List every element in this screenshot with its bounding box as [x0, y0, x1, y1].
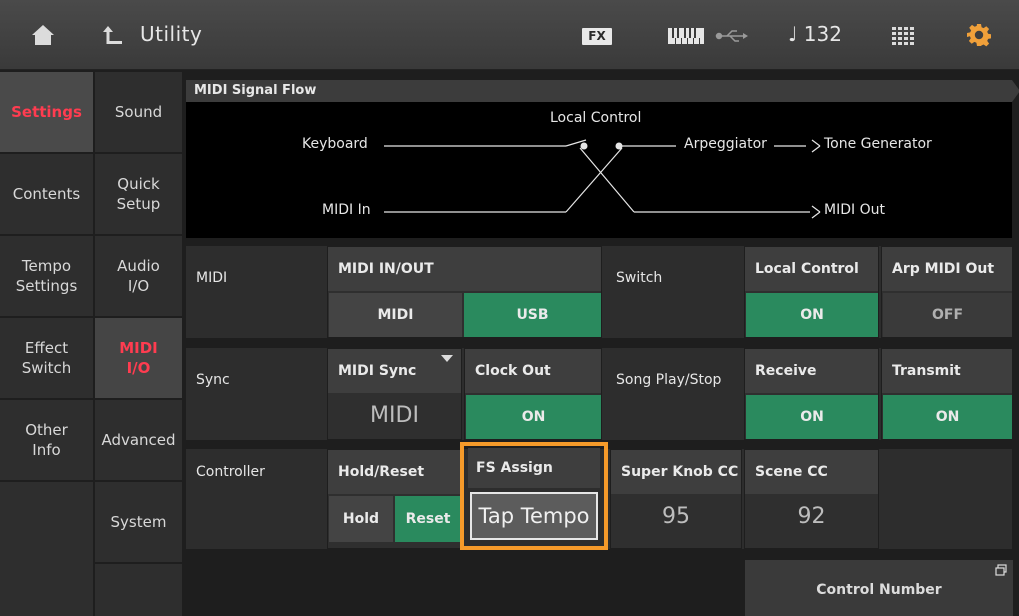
reset-button[interactable]: Reset: [395, 496, 461, 542]
signal-flow-diagram: [384, 139, 821, 219]
midi-in-out-header: MIDI IN/OUT: [328, 247, 601, 291]
scene-cc-header: Scene CC: [745, 450, 878, 494]
flow-midi-in-label: MIDI In: [322, 202, 371, 218]
secondary-nav: Sound Quick Setup Audio I/O MIDI I/O Adv…: [95, 72, 182, 616]
nav-audio-io[interactable]: Audio I/O: [95, 236, 182, 318]
usb-port-button[interactable]: USB: [464, 293, 601, 337]
local-control-toggle[interactable]: ON: [746, 293, 878, 337]
nav-other-info[interactable]: Other Info: [0, 400, 93, 482]
receive-toggle[interactable]: ON: [746, 395, 878, 439]
gear-icon[interactable]: [967, 23, 991, 47]
page-title: Utility: [140, 22, 203, 46]
nav-midi-io[interactable]: MIDI I/O: [95, 318, 182, 400]
sync-row-label: Sync: [196, 372, 230, 388]
scene-cc-cell[interactable]: Scene CC 92: [744, 449, 879, 549]
dropdown-arrow-icon: [441, 355, 453, 362]
top-bar: Utility FX ♩ 132: [0, 0, 1019, 70]
flow-keyboard-label: Keyboard: [302, 136, 368, 152]
nav-sound[interactable]: Sound: [95, 72, 182, 154]
signal-flow-title: MIDI Signal Flow: [186, 80, 1019, 102]
scene-cc-value[interactable]: 92: [745, 494, 878, 538]
nav-effect-switch[interactable]: Effect Switch: [0, 318, 93, 400]
clock-out-toggle[interactable]: ON: [466, 395, 601, 439]
midi-row-label: MIDI: [196, 270, 228, 286]
midi-signal-flow: Keyboard Local Control Arpeggiator Tone …: [186, 80, 1012, 238]
local-control-header: Local Control: [745, 247, 878, 291]
fx-badge[interactable]: FX: [582, 28, 612, 45]
fs-assign-header: FS Assign: [468, 448, 600, 488]
keyboard-icon: [668, 28, 704, 44]
receive-header: Receive: [745, 349, 878, 393]
control-number-label: Control Number: [816, 582, 942, 598]
nav-tempo-settings[interactable]: Tempo Settings: [0, 236, 93, 318]
nav-quick-setup[interactable]: Quick Setup: [95, 154, 182, 236]
song-play-stop-label: Song Play/Stop: [616, 372, 722, 388]
super-knob-cc-header: Super Knob CC: [611, 450, 741, 494]
nav-system[interactable]: System: [95, 482, 182, 564]
tempo-display[interactable]: ♩ 132: [788, 22, 842, 46]
control-number-button[interactable]: Control Number: [745, 560, 1013, 616]
fs-assign-cell[interactable]: FS Assign Tap Tempo: [460, 442, 608, 550]
popup-icon: [995, 564, 1007, 576]
grid-icon[interactable]: [892, 27, 914, 45]
midi-port-button[interactable]: MIDI: [329, 293, 462, 337]
nav-advanced[interactable]: Advanced: [95, 400, 182, 482]
clock-out-header: Clock Out: [465, 349, 601, 393]
midi-sync-value[interactable]: MIDI: [328, 393, 461, 437]
super-knob-cc-value[interactable]: 95: [611, 494, 741, 538]
arp-midi-out-toggle[interactable]: OFF: [883, 293, 1012, 337]
arp-midi-out-header: Arp MIDI Out: [882, 247, 1012, 291]
super-knob-cc-cell[interactable]: Super Knob CC 95: [610, 449, 742, 549]
fs-assign-value[interactable]: Tap Tempo: [470, 492, 598, 540]
switch-label: Switch: [616, 270, 663, 286]
back-icon[interactable]: [102, 24, 124, 46]
controller-row-label: Controller: [196, 464, 265, 480]
usb-icon: [715, 30, 748, 42]
flow-arpeggiator-label: Arpeggiator: [684, 136, 767, 152]
flow-midi-out-label: MIDI Out: [824, 202, 885, 218]
flow-local-control-label: Local Control: [550, 110, 642, 126]
primary-nav: Settings Contents Tempo Settings Effect …: [0, 72, 93, 616]
hold-button[interactable]: Hold: [329, 496, 393, 542]
flow-tone-generator-label: Tone Generator: [824, 136, 932, 152]
transmit-toggle[interactable]: ON: [883, 395, 1012, 439]
nav-settings[interactable]: Settings: [0, 72, 93, 154]
hold-reset-header: Hold/Reset: [328, 450, 461, 494]
transmit-header: Transmit: [882, 349, 1012, 393]
nav-contents[interactable]: Contents: [0, 154, 93, 236]
home-icon[interactable]: [30, 22, 56, 48]
midi-sync-cell[interactable]: MIDI Sync MIDI: [327, 348, 462, 440]
